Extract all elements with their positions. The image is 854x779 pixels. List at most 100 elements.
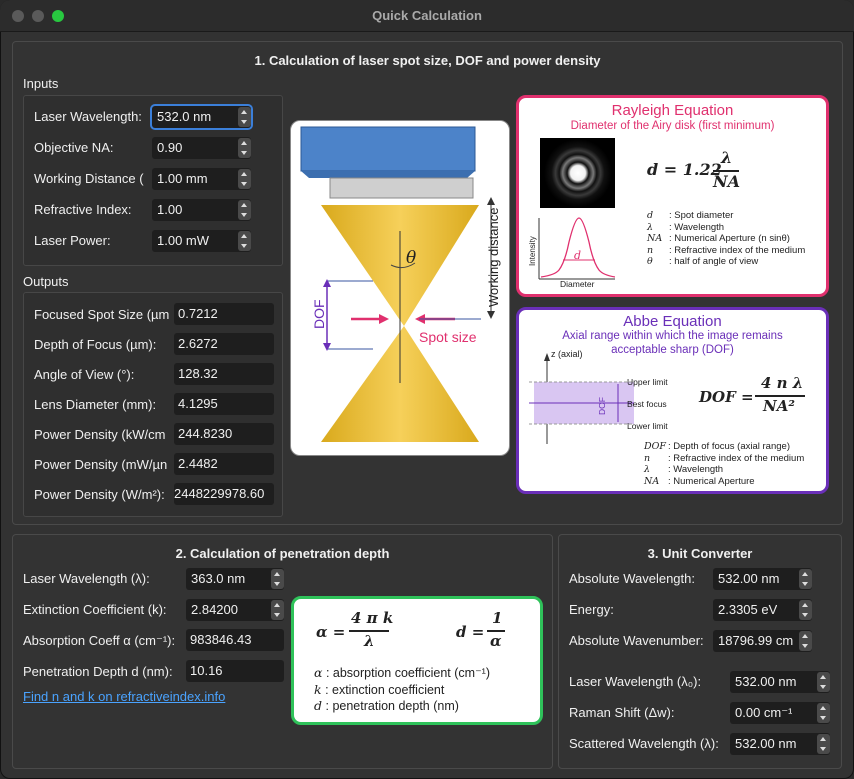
laser-wavelength-label: Laser Wavelength: [34,109,142,124]
section-1-title: 1. Calculation of laser spot size, DOF a… [254,53,601,68]
stepper-arrows-icon[interactable] [817,703,830,723]
upper-limit-label: Upper limit [627,377,668,387]
d-denominator: α [490,632,502,650]
stepper-arrows-icon[interactable] [799,631,812,651]
abbe-title: Abbe Equation [623,313,722,330]
absorption-coeff-output: 983846.43 [186,629,284,651]
power-density-kw-label: Power Density (kW/cm [34,427,166,442]
refractiveindex-link[interactable]: Find n and k on refractiveindex.info [23,689,225,704]
rayleigh-formula-lhs: d = 1.22 [647,160,722,179]
power-density-mw-output: 2.4482 [174,453,274,475]
stepper-arrows-icon[interactable] [238,231,251,251]
abbe-equation-card: Abbe Equation Axial range within which t… [516,307,829,494]
stepper-arrows-icon[interactable] [271,600,284,620]
angle-of-view-output: 128.32 [174,363,274,385]
absolute-wavenumber-label: Absolute Wavenumber: [569,633,704,648]
legend-row: NA: Numerical Aperture (n sinθ) [647,233,790,244]
focused-spot-size-label: Focused Spot Size (µm [34,307,170,322]
stepper-arrows-icon[interactable] [799,600,812,620]
alpha-lhs: α = [316,623,346,641]
objective-na-label: Objective NA: [34,140,114,155]
plot-d-label: d [574,249,582,262]
laser-wavelength-0-spinbox[interactable]: 532.00 nm [730,671,830,693]
rayleigh-denominator: NA [713,172,741,191]
absorption-coeff-label: Absorption Coeff α (cm⁻¹): [23,633,176,648]
legend-row: d: Spot diameter [647,210,734,221]
pd-laser-wavelength-label: Laser Wavelength (λ): [23,571,150,586]
stepper-arrows-icon[interactable] [799,569,812,589]
absolute-wavenumber-spinbox[interactable]: 18796.99 cm [713,630,812,652]
focused-spot-size-output: 0.7212 [174,303,274,325]
z-axis-label: z (axial) [551,349,583,359]
lens-diameter-label: Lens Diameter (mm): [34,397,157,412]
d-lhs: d = [456,623,485,641]
working-distance-label: Working distance [486,207,501,307]
stepper-arrows-icon[interactable] [817,734,830,754]
legend-row: DOF: Depth of focus (axial range) [644,441,790,452]
outputs-title: Outputs [23,274,69,289]
rayleigh-equation-card: Rayleigh Equation Diameter of the Airy d… [516,95,829,297]
stepper-arrows-icon[interactable] [271,569,284,589]
objective-na-spinbox[interactable]: 0.90 [152,137,251,159]
airy-disk-plot [538,138,615,280]
legend-row: k : extinction coefficient [314,681,445,697]
lower-limit-label: Lower limit [627,421,668,431]
working-distance-label: Working Distance ( [34,171,144,186]
dof-label: DOF [311,299,327,329]
legend-row: α : absorption coefficient (cm⁻¹) [314,665,491,680]
stepper-arrows-icon[interactable] [238,107,251,127]
depth-of-focus-label: Depth of Focus (µm): [34,337,157,352]
stepper-arrows-icon[interactable] [238,200,251,220]
laser-wavelength-0-label: Laser Wavelength (λ₀): [569,674,702,689]
refractive-index-label: Refractive Index: [34,202,132,217]
power-density-kw-output: 244.8230 [174,423,274,445]
stepper-arrows-icon[interactable] [817,672,830,692]
scattered-wavelength-label: Scattered Wavelength (λ): [569,736,719,751]
rayleigh-title: Rayleigh Equation [611,102,734,119]
abbe-formula-lhs: DOF = [699,388,754,406]
legend-row: λ: Wavelength [644,464,724,475]
scattered-wavelength-spinbox[interactable]: 532.00 nm [730,733,830,755]
power-density-w-output: 2448229978.60 [174,483,274,505]
abbe-denominator: NA² [763,397,795,415]
legend-row: NA: Numerical Aperture [644,475,755,487]
spot-size-label: Spot size [419,329,477,345]
penetration-depth-output: 10.16 [186,660,284,682]
energy-label: Energy: [569,602,614,617]
legend-row: λ: Wavelength [647,221,725,233]
laser-wavelength-spinbox[interactable]: 532.0 nm [152,106,251,128]
legend-row: θ: half of angle of view [647,256,759,267]
power-density-mw-label: Power Density (mW/µn [34,457,168,472]
refractive-index-spinbox[interactable]: 1.00 [152,199,251,221]
power-density-w-label: Power Density (W/m²): [34,487,165,502]
legend-row: d : penetration depth (nm) [314,698,459,713]
penetration-formula-card: α = 4 π k λ d = 1 α α : absorption coeff… [291,596,543,725]
pd-laser-wavelength-spinbox[interactable]: 363.0 nm [186,568,284,590]
stepper-arrows-icon[interactable] [238,169,251,189]
objective-cone-illustration [300,126,495,442]
energy-spinbox[interactable]: 2.3305 eV [713,599,812,621]
section-3-title: 3. Unit Converter [647,546,753,561]
working-distance-spinbox[interactable]: 1.00 mm [152,168,251,190]
laser-power-spinbox[interactable]: 1.00 mW [152,230,251,252]
lens-diameter-output: 4.1295 [174,393,274,415]
extinction-coefficient-spinbox[interactable]: 2.84200 [186,599,284,621]
objective-diagram: θ Working distance DOF Spot size [290,120,510,456]
stepper-arrows-icon[interactable] [238,138,251,158]
extinction-coefficient-label: Extinction Coefficient (k): [23,602,167,617]
window-title: Quick Calculation [372,8,482,23]
rayleigh-numerator: λ [721,148,733,167]
title-bar: Quick Calculation [0,0,854,32]
raman-shift-label: Raman Shift (Δw): [569,705,675,720]
alpha-numerator: 4 π k [351,609,394,627]
diameter-axis-label: Diameter [560,279,595,289]
absolute-wavelength-spinbox[interactable]: 532.00 nm [713,568,812,590]
abbe-subtitle-1: Axial range within which the image remai… [562,330,783,342]
penetration-depth-label: Penetration Depth d (nm): [23,664,173,679]
dof-axis-label: DOF [597,397,607,415]
section-2-title: 2. Calculation of penetration depth [175,546,390,561]
raman-shift-spinbox[interactable]: 0.00 cm⁻¹ [730,702,830,724]
d-numerator: 1 [492,609,503,627]
app-window: Quick Calculation 1. Calculation of lase… [0,0,854,779]
best-focus-label: Best focus [627,399,667,409]
